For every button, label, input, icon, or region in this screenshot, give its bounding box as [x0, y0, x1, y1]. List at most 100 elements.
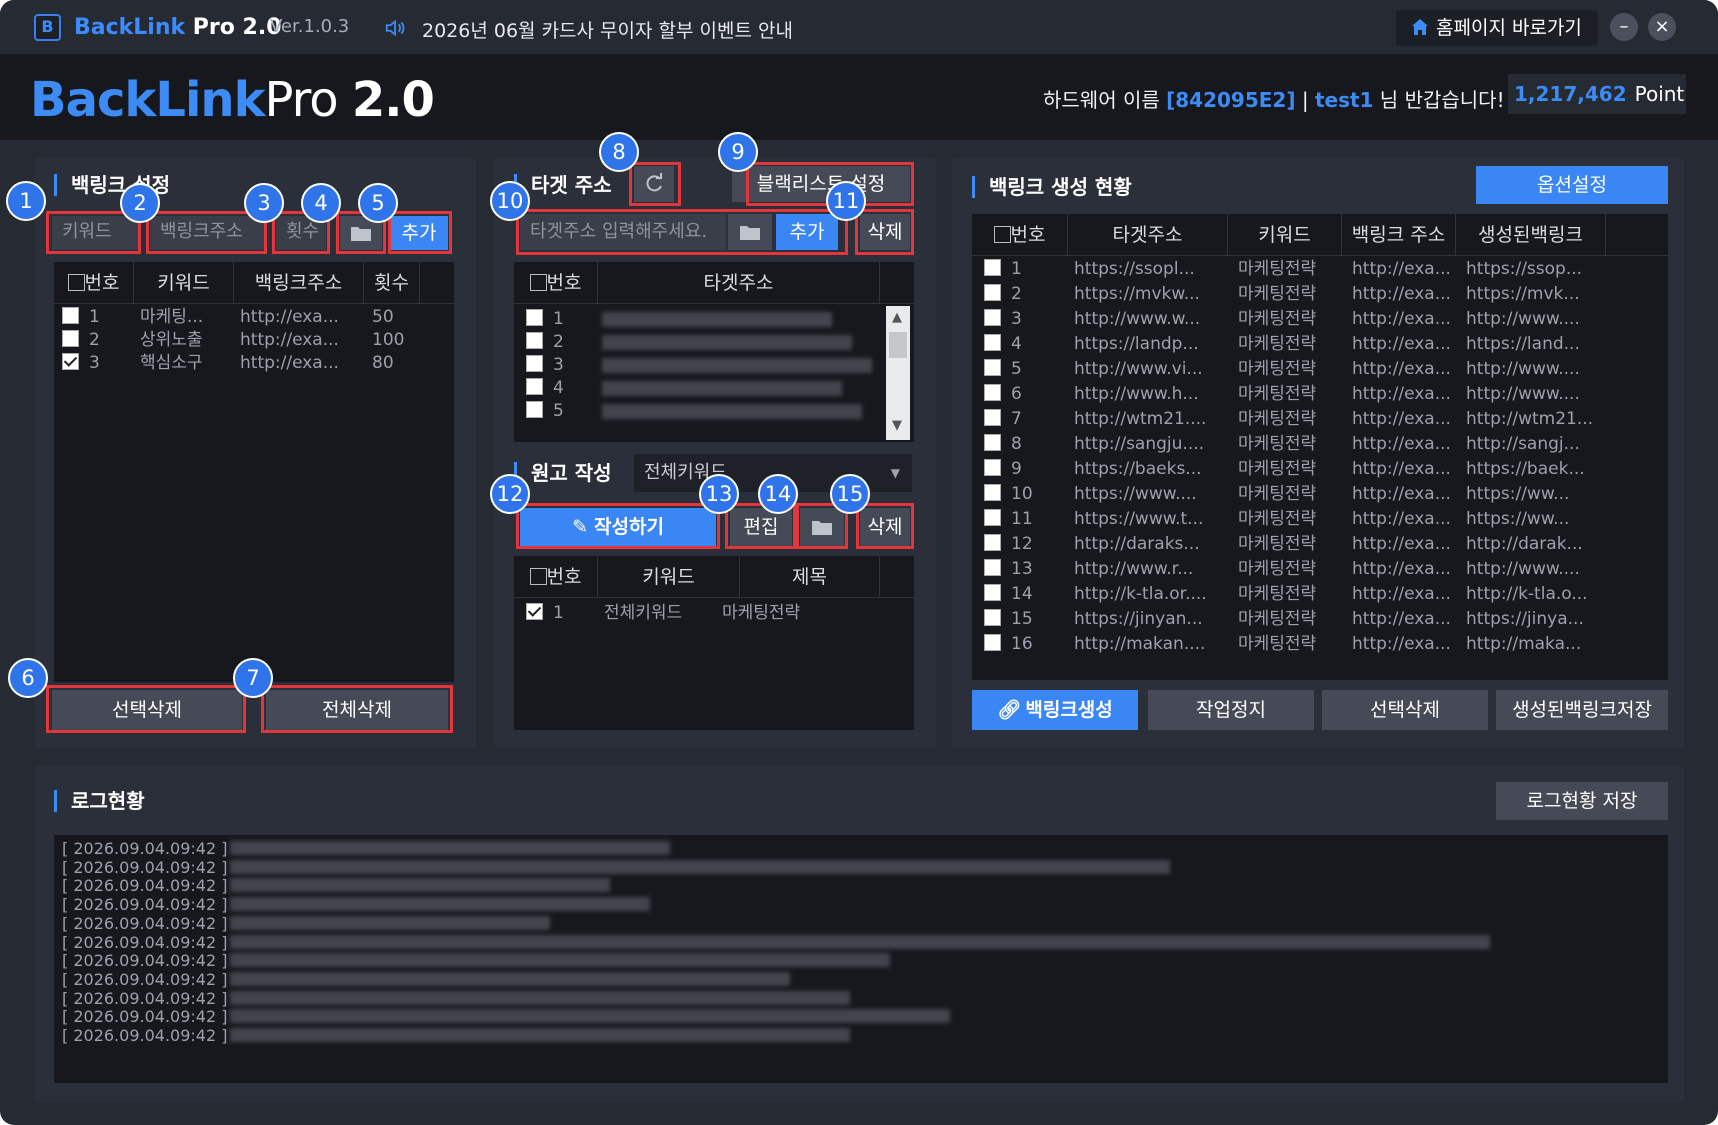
col-status-target[interactable]: 타겟주소: [1068, 214, 1228, 256]
table-row[interactable]: 1: [514, 308, 914, 331]
target-scrollbar[interactable]: ▲ ▼: [886, 306, 910, 440]
target-select-all-checkbox[interactable]: [529, 274, 547, 291]
option-settings-button[interactable]: 옵션설정: [1476, 166, 1668, 204]
status-select-all-checkbox[interactable]: [993, 226, 1011, 243]
row-checkbox[interactable]: [984, 584, 1001, 601]
table-row[interactable]: 1 https://ssopl... 마케팅전략 http://exa... https…: [972, 258, 1668, 281]
col-target-url[interactable]: 타겟주소: [598, 262, 880, 304]
homepage-button[interactable]: 홈페이지 바로가기: [1396, 10, 1598, 46]
table-row[interactable]: 3: [514, 354, 914, 377]
scroll-thumb[interactable]: [889, 332, 907, 358]
table-row[interactable]: 4: [514, 377, 914, 400]
table-row[interactable]: 8 http://sangju.... 마케팅전략 http://exa... http…: [972, 433, 1668, 456]
write-button[interactable]: ✎ 작성하기: [520, 508, 716, 546]
row-checkbox[interactable]: [62, 353, 79, 370]
row-number-cell: 11: [984, 508, 1068, 531]
table-row[interactable]: 13 http://www.r... 마케팅전략 http://exa... http:…: [972, 558, 1668, 581]
table-row[interactable]: 2: [514, 331, 914, 354]
scroll-down-icon[interactable]: ▼: [892, 418, 902, 433]
row-checkbox[interactable]: [984, 259, 1001, 276]
col-count[interactable]: 횟수: [364, 262, 420, 304]
notice-text[interactable]: 2026년 06월 카드사 무이자 할부 이벤트 안내: [422, 16, 793, 43]
save-created-backlinks-button[interactable]: 생성된백링크저장: [1496, 690, 1668, 730]
save-log-button[interactable]: 로그현황 저장: [1496, 782, 1668, 820]
table-row[interactable]: 16 http://makan.... 마케팅전략 http://exa... http…: [972, 633, 1668, 656]
row-checkbox[interactable]: [526, 401, 543, 418]
table-row[interactable]: 6 http://www.h... 마케팅전략 http://exa... http:/…: [972, 383, 1668, 406]
table-row[interactable]: 5: [514, 400, 914, 423]
col-status-number[interactable]: 번호: [972, 214, 1068, 256]
blacklist-settings-button[interactable]: 블랙리스트 설정: [732, 166, 910, 202]
col-backlink-url[interactable]: 백링크주소: [234, 262, 364, 304]
col-number[interactable]: 번호: [54, 262, 134, 304]
col-status-keyword[interactable]: 키워드: [1228, 214, 1342, 256]
table-row[interactable]: 2 상위노출 http://exa... 100: [54, 329, 454, 352]
table-row[interactable]: 3 http://www.w... 마케팅전략 http://exa... http:/…: [972, 308, 1668, 331]
table-row[interactable]: 3 핵심소구 http://exa... 80: [54, 352, 454, 375]
row-checkbox[interactable]: [984, 634, 1001, 651]
row-checkbox[interactable]: [526, 355, 543, 372]
row-checkbox[interactable]: [984, 309, 1001, 326]
backlink-add-button[interactable]: 추가: [390, 216, 448, 250]
col-ms-number[interactable]: 번호: [514, 556, 598, 598]
target-folder-button[interactable]: [728, 214, 772, 250]
log-area[interactable]: [ 2026.09.04.09:42 ][ 2026.09.04.09:42 ]…: [54, 835, 1668, 1083]
close-button[interactable]: ×: [1648, 13, 1676, 41]
table-row[interactable]: 7 http://wtm21.... 마케팅전략 http://exa... http:…: [972, 408, 1668, 431]
status-delete-selected-button[interactable]: 선택삭제: [1322, 690, 1488, 730]
generate-backlink-button[interactable]: 🔗︎ 백링크생성: [972, 690, 1138, 730]
table-row[interactable]: 10 https://www.... 마케팅전략 http://exa... https…: [972, 483, 1668, 506]
row-checkbox[interactable]: [526, 603, 543, 620]
table-row[interactable]: 1 마케팅... http://exa... 50: [54, 306, 454, 329]
table-row[interactable]: 12 http://daraks... 마케팅전략 http://exa... http…: [972, 533, 1668, 556]
edit-button[interactable]: 편집: [730, 508, 792, 546]
delete-all-button[interactable]: 전체삭제: [266, 690, 448, 730]
manuscript-folder-button[interactable]: [800, 508, 844, 546]
table-row[interactable]: 2 https://mvkw... 마케팅전략 http://exa... https:…: [972, 283, 1668, 306]
target-add-button[interactable]: 추가: [776, 214, 838, 250]
minimize-button[interactable]: –: [1610, 13, 1638, 41]
col-ms-keyword[interactable]: 키워드: [598, 556, 740, 598]
col-ms-title[interactable]: 제목: [740, 556, 880, 598]
row-checkbox[interactable]: [984, 284, 1001, 301]
select-all-checkbox[interactable]: [67, 274, 85, 291]
delete-selected-button[interactable]: 선택삭제: [52, 690, 242, 730]
row-checkbox[interactable]: [984, 484, 1001, 501]
row-checkbox[interactable]: [62, 307, 79, 324]
keyword-input[interactable]: 키워드: [52, 216, 138, 250]
table-row[interactable]: 14 http://k-tla.or.... 마케팅전략 http://exa... h…: [972, 583, 1668, 606]
row-checkbox[interactable]: [984, 434, 1001, 451]
col-status-backlink[interactable]: 백링크 주소: [1342, 214, 1456, 256]
row-checkbox[interactable]: [62, 330, 79, 347]
row-checkbox[interactable]: [984, 359, 1001, 376]
row-checkbox[interactable]: [984, 509, 1001, 526]
stop-work-button[interactable]: 작업정지: [1148, 690, 1314, 730]
row-checkbox[interactable]: [984, 534, 1001, 551]
row-checkbox[interactable]: [984, 384, 1001, 401]
row-checkbox[interactable]: [984, 459, 1001, 476]
ms-select-all-checkbox[interactable]: [529, 568, 547, 585]
row-backlink: http://exa...: [1352, 259, 1451, 279]
table-row[interactable]: 1 전체키워드 마케팅전략: [514, 602, 914, 625]
col-keyword[interactable]: 키워드: [134, 262, 234, 304]
backlink-url-input[interactable]: 백링크주소: [150, 216, 264, 250]
target-delete-button[interactable]: 삭제: [860, 214, 910, 250]
refresh-button[interactable]: [634, 166, 674, 202]
col-status-created[interactable]: 생성된백링크: [1456, 214, 1606, 256]
row-checkbox[interactable]: [984, 334, 1001, 351]
manuscript-delete-button[interactable]: 삭제: [860, 508, 910, 546]
row-checkbox[interactable]: [526, 309, 543, 326]
table-row[interactable]: 15 https://jinyan... 마케팅전략 http://exa... htt…: [972, 608, 1668, 631]
col-target-number[interactable]: 번호: [514, 262, 598, 304]
table-row[interactable]: 4 https://landp... 마케팅전략 http://exa... https…: [972, 333, 1668, 356]
row-checkbox[interactable]: [984, 409, 1001, 426]
scroll-up-icon[interactable]: ▲: [892, 310, 902, 325]
row-checkbox[interactable]: [984, 559, 1001, 576]
row-checkbox[interactable]: [526, 332, 543, 349]
row-checkbox[interactable]: [526, 378, 543, 395]
row-checkbox[interactable]: [984, 609, 1001, 626]
table-row[interactable]: 9 https://baeks... 마케팅전략 http://exa... https…: [972, 458, 1668, 481]
table-row[interactable]: 5 http://www.vi... 마케팅전략 http://exa... http:…: [972, 358, 1668, 381]
table-row[interactable]: 11 https://www.t... 마케팅전략 http://exa... http…: [972, 508, 1668, 531]
target-url-input[interactable]: 타겟주소 입력해주세요.: [520, 214, 726, 250]
